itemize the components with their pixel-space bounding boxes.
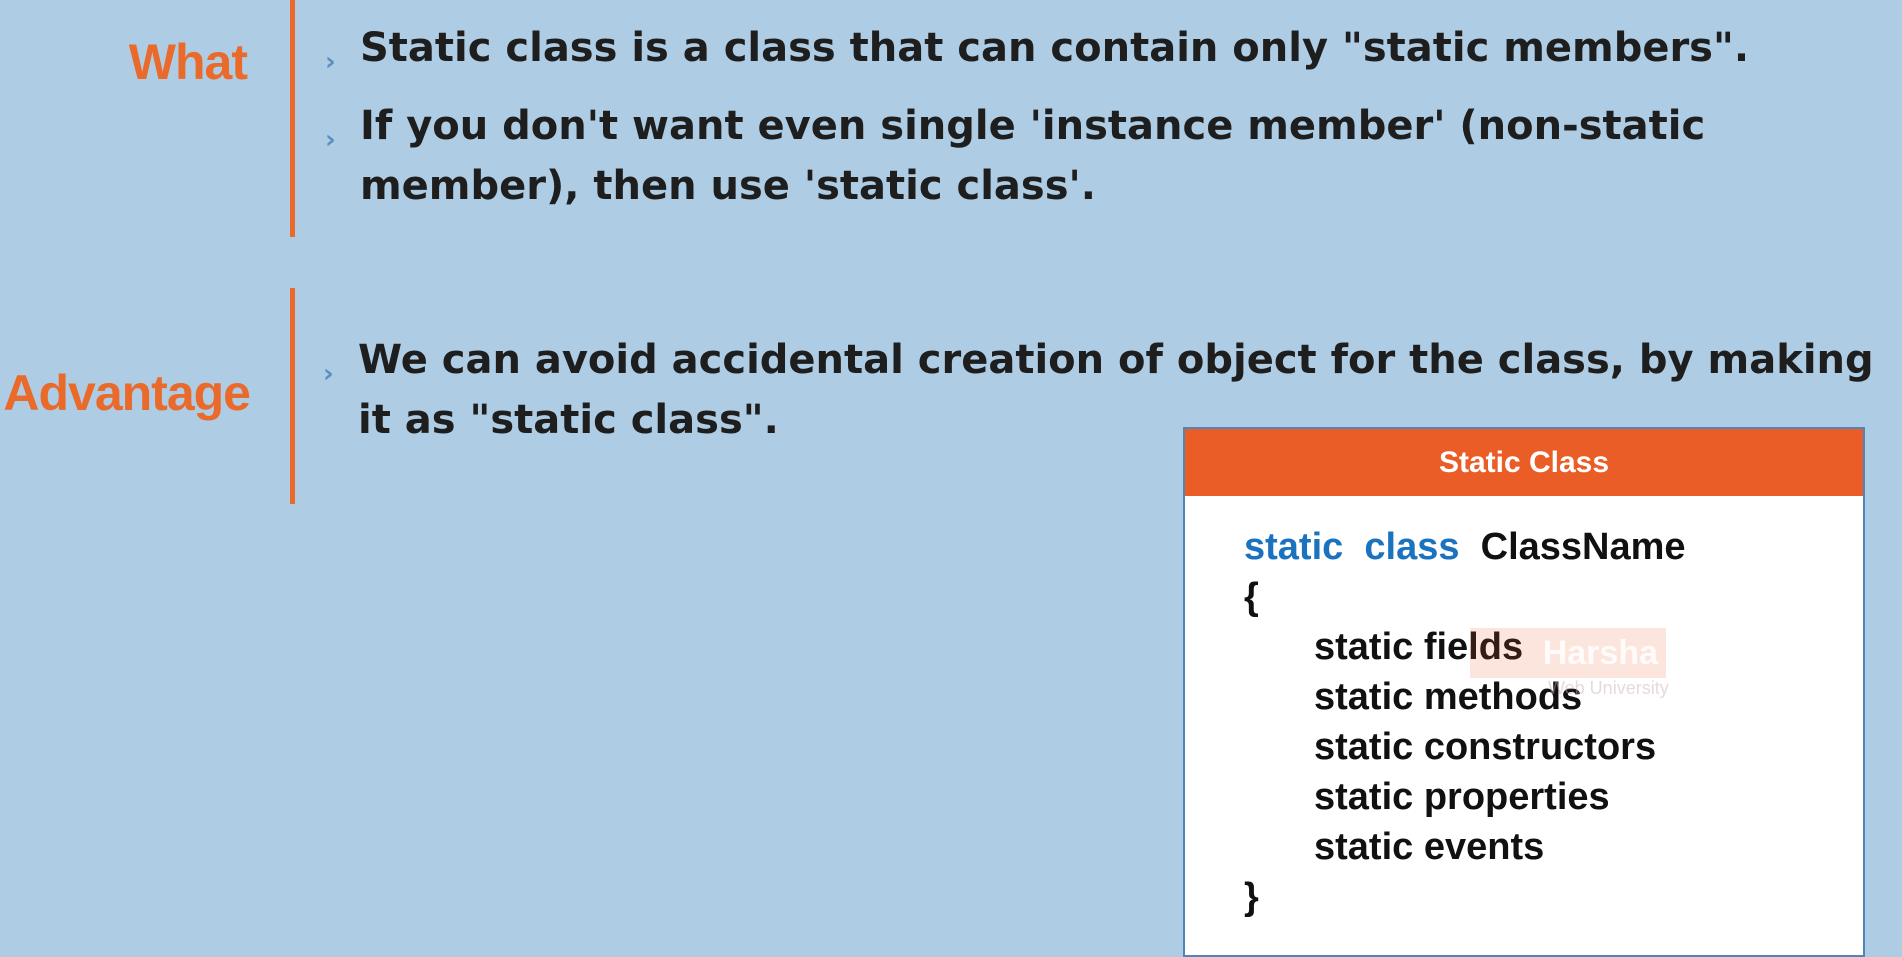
keyword-class: class [1364,526,1460,568]
code-member: static events [1314,826,1545,868]
what-point-2: › If you don't want even single 'instanc… [325,96,1902,216]
code-member: static properties [1314,776,1610,818]
advantage-label: Advantage [3,365,251,421]
bullet-icon: › [325,125,336,155]
advantage-divider [290,288,295,504]
code-open-brace: { [1244,576,1259,618]
code-block: static class ClassName { static fields s… [1244,522,1686,922]
code-member: static fields [1314,626,1524,668]
keyword-static: static [1244,526,1344,568]
bullet-icon: › [325,47,336,77]
code-member: static constructors [1314,726,1657,768]
code-close-brace: } [1244,876,1259,918]
what-point-1: › Static class is a class that can conta… [325,18,1902,78]
code-member: static methods [1314,676,1583,718]
class-name: ClassName [1480,526,1686,568]
bullet-icon: › [323,359,334,389]
card-title: Static Class [1185,429,1863,496]
code-declaration-line: static class ClassName [1244,522,1686,572]
what-label: What [128,34,248,90]
what-point-1-text: Static class is a class that can contain… [360,25,1750,71]
what-point-2-text: If you don't want even single 'instance … [360,103,1706,209]
static-class-card: Static Class static class ClassName { st… [1183,427,1865,957]
what-divider [290,0,295,237]
